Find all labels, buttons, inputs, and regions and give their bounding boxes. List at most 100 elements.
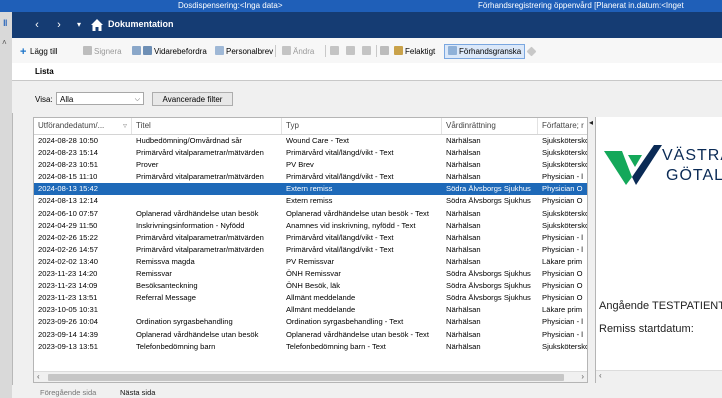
cell-date: 2023-09-14 14:39: [38, 329, 98, 339]
cell-facility: Närhälsan: [446, 160, 481, 170]
cell-facility: Södra Älvsborgs Sjukhus: [446, 196, 531, 206]
cell-facility: Närhälsan: [446, 317, 481, 327]
tool-icon-3[interactable]: [362, 45, 373, 58]
cell-type: Primärvård vital/längd/vikt - Text: [286, 148, 394, 158]
table-row[interactable]: 2023-09-13 13:51 Telefonbedömning barn Tel…: [34, 341, 588, 353]
cell-author: Sjuksköterskо: [542, 160, 588, 170]
table-row[interactable]: 2024-08-23 10:51 Prover PV Brev Närhälsan Sj…: [34, 159, 588, 171]
cell-date: 2024-08-23 10:51: [38, 160, 98, 170]
table-row[interactable]: 2024-02-26 15:22 Primärvård vitalparametr…: [34, 232, 587, 244]
sign-button[interactable]: Signera: [83, 45, 122, 58]
column-header-type[interactable]: Typ: [282, 118, 442, 134]
cell-title: Remissva magda: [136, 256, 195, 266]
table-row[interactable]: 2023-11-23 13:51 Referral Message Allmänt …: [34, 292, 587, 304]
cell-date: 2023-11-23 13:51: [38, 293, 98, 303]
column-header-facility[interactable]: Vårdinrättning: [442, 118, 538, 134]
cell-date: 2024-02-02 13:40: [38, 256, 98, 266]
table-row[interactable]: 2024-08-23 15:14 Primärvård vitalparametr…: [34, 147, 587, 159]
cell-title: Prover: [136, 160, 159, 170]
cell-date: 2023-09-13 13:51: [38, 341, 98, 351]
back-icon[interactable]: ‹: [26, 12, 48, 38]
preview-horizontal-scrollbar[interactable]: ‹: [596, 370, 722, 383]
scroll-up-icon[interactable]: ˄: [2, 38, 7, 47]
cell-type: ÖNH Remissvar: [286, 269, 341, 279]
cell-facility: Närhälsan: [446, 244, 481, 254]
wrong-button[interactable]: Felaktigt: [394, 45, 435, 58]
cell-date: 2024-08-13 12:14: [38, 196, 98, 206]
vgr-logo-icon: [604, 145, 662, 185]
cell-author: Physician O: [542, 281, 583, 291]
cell-facility: Närhälsan: [446, 256, 481, 266]
cell-title: Telefonbedömning barn: [136, 341, 216, 351]
cell-author: Sjuksköterskо: [542, 341, 588, 351]
cell-author: Sjuksköterskо: [542, 208, 588, 218]
show-select[interactable]: Alla ⌵: [56, 92, 144, 105]
cell-facility: Södra Älvsborgs Sjukhus: [446, 184, 531, 194]
table-row[interactable]: 2024-08-13 12:14 Extern remiss Södra Älvsb…: [34, 195, 587, 207]
table-row[interactable]: 2023-09-26 10:04 Ordination syrgasbehandl…: [34, 316, 587, 328]
forward-doc-icon: [132, 46, 141, 55]
horizontal-scrollbar[interactable]: ‹ ›: [34, 371, 587, 382]
cell-title: Inskrivningsinformation - Nyfödd: [136, 220, 245, 230]
chevron-down-icon[interactable]: ▾: [68, 12, 90, 38]
pager: Föregående sida Nästa sida: [12, 385, 722, 398]
column-header-date[interactable]: Utförandedatum/... ▿: [34, 118, 132, 134]
tool-icon-2[interactable]: [346, 45, 357, 58]
table-row[interactable]: 2024-08-13 15:42 Extern remiss Södra Älvsb…: [34, 183, 587, 196]
scroll-left-icon[interactable]: ‹: [599, 371, 602, 380]
column-header-title[interactable]: Titel: [132, 118, 282, 134]
table-row[interactable]: 2024-02-02 13:40 Remissva magda PV Remissv…: [34, 256, 587, 268]
scrollbar-thumb[interactable]: [48, 374, 564, 381]
cell-facility: Närhälsan: [446, 341, 481, 351]
table-row[interactable]: 2023-11-23 14:09 Besöksanteckning ÖNH Besö…: [34, 280, 587, 292]
forward-icon[interactable]: ›: [48, 12, 70, 38]
tool-icon-4[interactable]: [380, 45, 391, 58]
cell-type: ÖNH Besök, läk: [286, 281, 341, 291]
preview-referral-start-text: Remiss startdatum:: [599, 323, 694, 335]
table-row[interactable]: 2023-11-23 14:20 Remissvar ÖNH Remissvar Sö…: [34, 268, 587, 280]
table-row[interactable]: 2024-06-10 07:57 Oplanerad vårdhändelse u…: [34, 208, 588, 220]
tool-icon-1[interactable]: [330, 45, 341, 58]
cell-type: PV Remissvar: [286, 256, 335, 266]
cell-type: Primärvård vital/längd/vikt - Text: [286, 232, 394, 242]
cell-author: Physician O: [542, 293, 583, 303]
add-button[interactable]: + Lägg till: [20, 45, 58, 58]
cell-title: Primärvård vitalparametrar/mätvärden: [136, 244, 264, 254]
letter-icon: [215, 46, 224, 55]
table-row[interactable]: 2023-10-05 10:31 Allmänt meddelande Närhäl…: [34, 304, 587, 316]
home-icon[interactable]: [90, 18, 104, 32]
edit-icon: [282, 46, 291, 55]
cell-facility: Södra Älvsborgs Sjukhus: [446, 269, 531, 279]
personal-letter-button[interactable]: Personalbrev: [215, 45, 273, 58]
tag-icon[interactable]: [526, 45, 537, 58]
scroll-left-icon[interactable]: ‹: [37, 372, 40, 381]
next-page-link[interactable]: Nästa sida: [120, 388, 155, 397]
page-title: Dokumentation: [108, 19, 174, 29]
show-select-value: Alla: [60, 95, 74, 104]
table-row[interactable]: 2024-08-15 11:10 Primärvård vitalparametr…: [34, 171, 587, 183]
forward-button[interactable]: Vidarebefordra: [132, 45, 207, 58]
cell-facility: Närhälsan: [446, 148, 481, 158]
previous-page-link[interactable]: Föregående sida: [40, 388, 96, 397]
scroll-right-icon[interactable]: ›: [581, 372, 584, 381]
cell-facility: Närhälsan: [446, 136, 481, 145]
status-bar: Dosdispensering:<Inga data> Förhandsregi…: [0, 0, 722, 12]
cell-date: 2023-11-23 14:20: [38, 269, 98, 279]
advanced-filter-button[interactable]: Avancerade filter: [152, 92, 233, 106]
table-row[interactable]: 2024-02-26 14:57 Primärvård vitalparametr…: [34, 244, 587, 256]
column-header-author[interactable]: Författare; r: [538, 118, 587, 134]
tab-list[interactable]: Lista: [30, 65, 59, 80]
cell-date: 2024-06-10 07:57: [38, 208, 98, 218]
change-button[interactable]: Ändra: [282, 45, 314, 58]
cell-title: Primärvård vitalparametrar/mätvärden: [136, 232, 264, 242]
cell-author: Physician - l: [542, 317, 583, 327]
chevron-down-icon: ⌵: [134, 96, 140, 103]
table-row[interactable]: 2024-04-29 11:50 Inskrivningsinformation …: [34, 220, 587, 232]
cell-title: Hudbedömning/Omvårdnad sår: [136, 136, 242, 145]
cell-date: 2023-09-26 10:04: [38, 317, 98, 327]
pin-icon[interactable]: ‖: [3, 18, 9, 28]
cell-facility: Närhälsan: [446, 220, 481, 230]
preview-button[interactable]: Förhandsgranska: [444, 44, 526, 59]
table-row[interactable]: 2023-09-14 14:39 Oplanerad vårdhändelse u…: [34, 329, 587, 341]
table-row[interactable]: 2024-08-28 10:50 Hudbedömning/Omvårdnad s…: [34, 135, 587, 147]
